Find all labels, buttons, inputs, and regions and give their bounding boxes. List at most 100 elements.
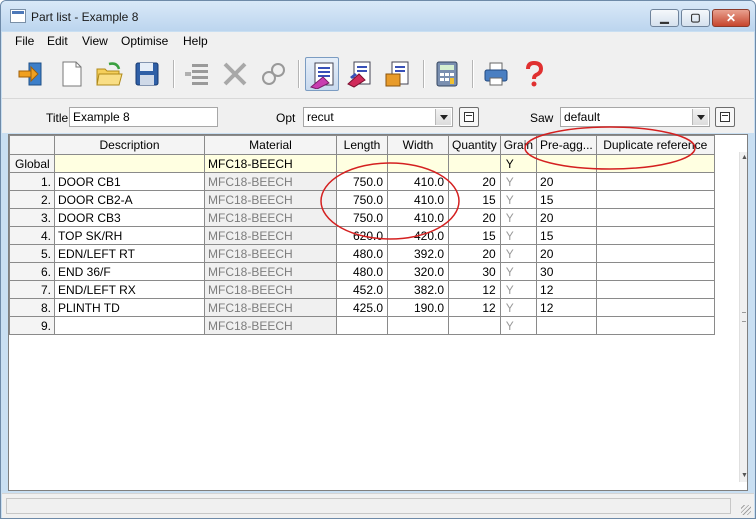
cell-grain[interactable]: Y [499, 280, 538, 299]
cell-quantity[interactable]: 20 [448, 208, 501, 227]
cell-duplicate-reference[interactable] [595, 226, 715, 245]
opt-dropdown[interactable]: recut [303, 107, 453, 127]
opt-list-button[interactable] [459, 107, 479, 127]
cell-grain[interactable]: Y [499, 154, 538, 173]
cell-length[interactable]: 620.0 [336, 226, 388, 245]
cell-grain[interactable]: Y [499, 190, 538, 209]
cell-material[interactable]: MFC18-BEECH [204, 190, 337, 209]
new-button[interactable] [54, 57, 88, 91]
cell-duplicate-reference[interactable] [595, 154, 715, 173]
cell-preagg[interactable]: 15 [536, 226, 597, 245]
cell-preagg[interactable]: 20 [536, 172, 597, 191]
cell-duplicate-reference[interactable] [595, 190, 715, 209]
title-bar[interactable]: Part list - Example 8 ▁ ▢ ✕ [1, 1, 755, 31]
row-number[interactable]: 6. [9, 262, 55, 281]
delete-rows-button[interactable] [180, 57, 214, 91]
cell-width[interactable]: 410.0 [387, 208, 449, 227]
cell-description[interactable] [54, 316, 205, 335]
cell-preagg[interactable]: 20 [536, 244, 597, 263]
cell-description[interactable]: DOOR CB2-A [54, 190, 205, 209]
title-input[interactable]: Example 8 [69, 107, 218, 127]
cell-length[interactable]: 750.0 [336, 208, 388, 227]
cell-grain[interactable]: Y [499, 226, 538, 245]
cell-duplicate-reference[interactable] [595, 280, 715, 299]
cell-length[interactable] [336, 154, 388, 173]
menu-help[interactable]: Help [183, 34, 208, 48]
cell-preagg[interactable]: 12 [536, 280, 597, 299]
cell-length[interactable]: 425.0 [336, 298, 388, 317]
part-list-button[interactable] [305, 57, 339, 91]
resize-grip-icon[interactable] [741, 505, 751, 515]
column-header-width[interactable]: Width [387, 135, 449, 155]
cell-length[interactable]: 480.0 [336, 262, 388, 281]
cell-quantity[interactable]: 15 [448, 226, 501, 245]
cell-width[interactable]: 410.0 [387, 190, 449, 209]
cell-description[interactable]: DOOR CB1 [54, 172, 205, 191]
cell-duplicate-reference[interactable] [595, 298, 715, 317]
column-header-description[interactable]: Description [54, 135, 205, 155]
cell-quantity[interactable]: 12 [448, 298, 501, 317]
cell-grain[interactable]: Y [499, 172, 538, 191]
cell-length[interactable]: 480.0 [336, 244, 388, 263]
cell-preagg[interactable] [536, 154, 597, 173]
column-header-preagg[interactable]: Pre-agg... [536, 135, 597, 155]
cell-material[interactable]: MFC18-BEECH [204, 154, 337, 173]
cell-material[interactable]: MFC18-BEECH [204, 280, 337, 299]
vertical-scrollbar[interactable]: ▲ ▼ [739, 152, 747, 482]
menu-file[interactable]: File [15, 34, 34, 48]
help-button[interactable] [517, 57, 551, 91]
chevron-down-icon[interactable] [435, 109, 451, 125]
cell-width[interactable]: 410.0 [387, 172, 449, 191]
calculator-button[interactable] [430, 57, 464, 91]
cell-duplicate-reference[interactable] [595, 172, 715, 191]
menu-view[interactable]: View [82, 34, 108, 48]
column-header-quantity[interactable]: Quantity [448, 135, 501, 155]
cell-material[interactable]: MFC18-BEECH [204, 226, 337, 245]
cell-width[interactable]: 190.0 [387, 298, 449, 317]
column-header-rownum[interactable] [9, 135, 55, 155]
chevron-down-icon[interactable] [692, 109, 708, 125]
row-number[interactable]: 4. [9, 226, 55, 245]
scroll-up-icon[interactable]: ▲ [741, 154, 747, 162]
row-number[interactable]: 9. [9, 316, 55, 335]
cell-preagg[interactable]: 15 [536, 190, 597, 209]
row-number[interactable]: 8. [9, 298, 55, 317]
column-header-length[interactable]: Length [336, 135, 388, 155]
minimize-button[interactable]: ▁ [650, 9, 679, 27]
print-button[interactable] [479, 57, 513, 91]
cell-duplicate-reference[interactable] [595, 208, 715, 227]
save-button[interactable] [130, 57, 164, 91]
column-header-grain[interactable]: Grain [499, 135, 538, 155]
cell-duplicate-reference[interactable] [595, 316, 715, 335]
cut-button[interactable] [218, 57, 252, 91]
stock-list-button[interactable] [343, 57, 377, 91]
cell-quantity[interactable] [448, 154, 501, 173]
cell-material[interactable]: MFC18-BEECH [204, 172, 337, 191]
board-list-button[interactable] [381, 57, 415, 91]
cell-preagg[interactable]: 30 [536, 262, 597, 281]
menu-optimise[interactable]: Optimise [121, 34, 168, 48]
cell-description[interactable]: EDN/LEFT RT [54, 244, 205, 263]
cell-material[interactable]: MFC18-BEECH [204, 244, 337, 263]
cell-grain[interactable]: Y [499, 298, 538, 317]
cell-quantity[interactable]: 12 [448, 280, 501, 299]
cell-width[interactable]: 420.0 [387, 226, 449, 245]
exit-button[interactable] [14, 57, 48, 91]
cell-width[interactable]: 392.0 [387, 244, 449, 263]
cell-quantity[interactable]: 20 [448, 172, 501, 191]
menu-edit[interactable]: Edit [47, 34, 68, 48]
open-button[interactable] [92, 57, 126, 91]
row-number[interactable]: 1. [9, 172, 55, 191]
cell-preagg[interactable] [536, 316, 597, 335]
row-number[interactable]: 3. [9, 208, 55, 227]
cell-description[interactable]: DOOR CB3 [54, 208, 205, 227]
cell-description[interactable] [54, 154, 205, 173]
row-number[interactable]: 5. [9, 244, 55, 263]
scroll-grip-icon[interactable] [742, 312, 746, 322]
close-button[interactable]: ✕ [712, 9, 750, 27]
cell-preagg[interactable]: 12 [536, 298, 597, 317]
cell-length[interactable]: 750.0 [336, 172, 388, 191]
row-number[interactable]: 2. [9, 190, 55, 209]
saw-list-button[interactable] [715, 107, 735, 127]
cell-description[interactable]: END 36/F [54, 262, 205, 281]
